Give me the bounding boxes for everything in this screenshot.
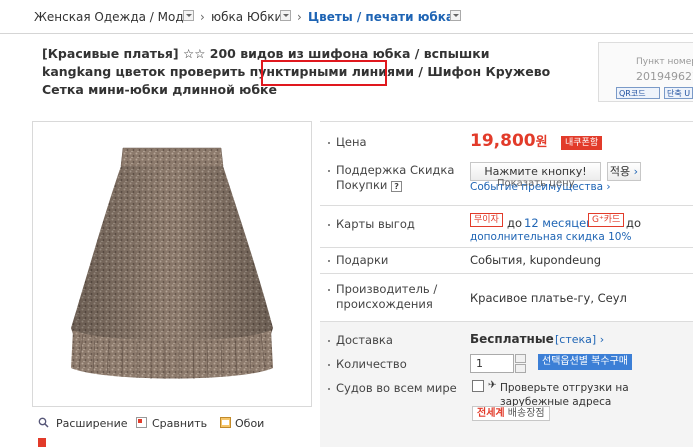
price-unit: 원: [535, 135, 548, 150]
zoom-icon[interactable]: [38, 417, 49, 428]
maker-value: Красивое платье-гу, Сеул: [470, 291, 627, 305]
highlight-box: [261, 60, 387, 86]
price-number: 19,800: [470, 131, 536, 151]
bookmark-icon[interactable]: [38, 438, 46, 447]
gifts-value: События, kupondeung: [470, 253, 602, 267]
product-number-label: Пункт номер: [636, 57, 693, 67]
breadcrumb-item-skirts[interactable]: юбка Юбки: [211, 10, 282, 24]
bullet-icon: [328, 260, 330, 262]
info-row-divider: [320, 247, 693, 248]
cards-label: Карты выгод: [336, 217, 415, 231]
option-multi-buy-button[interactable]: 선택옵션별 복수구매: [538, 354, 632, 370]
delivery-link[interactable]: [стека] ›: [555, 333, 604, 346]
compare-icon[interactable]: [136, 417, 147, 428]
breadcrumb-item-women-clothing[interactable]: Женская Одежда / Мода: [34, 10, 191, 24]
breadcrumb-item-flower-print-skirts[interactable]: Цветы / печати юбка: [308, 10, 454, 24]
apply-button-label: 적용: [609, 165, 631, 178]
cards-to-text-2: до: [626, 216, 641, 230]
abroad-checkbox[interactable]: [472, 380, 484, 392]
help-icon[interactable]: ?: [391, 181, 403, 192]
info-row-divider: [320, 205, 693, 206]
skirt-image: [71, 147, 273, 380]
chevron-down-icon[interactable]: [183, 10, 194, 21]
bullet-icon: [328, 142, 330, 144]
chevron-right-icon: ›: [633, 165, 639, 178]
bullet-icon: [328, 388, 330, 390]
maker-label: Производитель / происхождения: [336, 282, 438, 311]
bullet-icon: [328, 224, 330, 226]
show-price-text: Показать цену: [497, 178, 575, 189]
product-number-value: 2019496275: [636, 70, 693, 83]
apply-button[interactable]: 적용 ›: [607, 162, 641, 181]
interest-free-badge: 무이자: [470, 213, 503, 227]
quantity-down-icon[interactable]: [515, 364, 526, 373]
coupon-badge[interactable]: 내쿠폰함: [561, 136, 603, 150]
price-value: 19,800원: [470, 131, 548, 151]
breadcrumb-separator-icon: ›: [200, 10, 205, 24]
wallpaper-link[interactable]: Обои: [235, 417, 264, 430]
quantity-input[interactable]: 1: [470, 354, 514, 373]
quantity-up-icon[interactable]: [515, 354, 526, 363]
zoom-link[interactable]: Расширение: [56, 417, 128, 430]
bullet-icon: [328, 340, 330, 342]
abroad-label: Судов во всем мире: [336, 381, 457, 395]
discount-label: Поддержка Скидка Покупки ?: [336, 163, 456, 193]
bullet-icon: [328, 289, 330, 291]
delivery-link-text: [стека]: [555, 333, 597, 346]
bullet-icon: [328, 170, 330, 172]
worldwide-text: 전세계: [477, 408, 505, 419]
short-url-button[interactable]: 단축 U: [664, 87, 693, 99]
info-row-divider: [320, 273, 693, 274]
abroad-check-text[interactable]: Проверьте отгрузки на зарубежные адреса: [500, 381, 693, 409]
shipping-advantage-text: 배송장점: [507, 408, 545, 419]
delivery-value: Бесплатные: [470, 332, 554, 346]
gcard-badge: G⁺카드: [588, 213, 625, 227]
compare-link[interactable]: Сравнить: [152, 417, 207, 430]
quantity-label: Количество: [336, 357, 407, 371]
qr-code-button[interactable]: QR코드: [616, 87, 660, 99]
price-label: Цена: [336, 135, 367, 149]
worldwide-shipping-badge: 전세계 배송장점: [472, 406, 550, 421]
breadcrumb-separator-icon: ›: [297, 10, 302, 24]
delivery-label: Доставка: [336, 333, 393, 347]
chevron-down-icon[interactable]: [450, 10, 461, 21]
extra-discount-link[interactable]: дополнительная скидка 10%: [470, 231, 631, 243]
chevron-down-icon[interactable]: [280, 10, 291, 21]
months-link[interactable]: 12 месяцев: [524, 216, 593, 230]
gifts-label: Подарки: [336, 253, 389, 267]
breadcrumb: Женская Одежда / Мода › юбка Юбки › Цвет…: [0, 0, 693, 34]
plane-icon: ✈: [488, 379, 497, 391]
product-image[interactable]: [32, 121, 312, 407]
wallpaper-icon[interactable]: [220, 417, 231, 428]
bullet-icon: [328, 364, 330, 366]
cards-to-text: до: [507, 216, 522, 230]
info-row-divider: [320, 121, 693, 122]
